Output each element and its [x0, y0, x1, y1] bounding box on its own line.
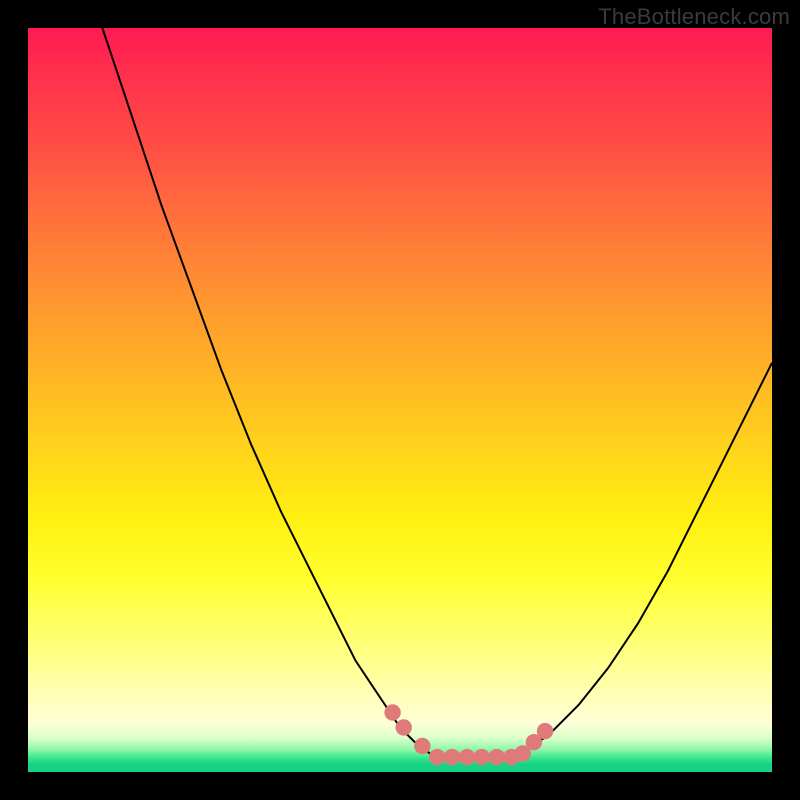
curve-marker	[414, 738, 430, 754]
curve-marker	[396, 719, 412, 735]
curve-marker	[474, 749, 490, 765]
curve-path	[102, 28, 772, 757]
watermark-text: TheBottleneck.com	[598, 4, 790, 30]
curve-marker	[459, 749, 475, 765]
curve-marker	[429, 749, 445, 765]
marker-group	[384, 704, 553, 765]
chart-frame: TheBottleneck.com	[0, 0, 800, 800]
curve-marker	[537, 723, 553, 739]
curve-marker	[489, 749, 505, 765]
bottleneck-curve	[28, 28, 772, 772]
curve-marker	[384, 704, 400, 720]
plot-area	[28, 28, 772, 772]
curve-marker	[444, 749, 460, 765]
